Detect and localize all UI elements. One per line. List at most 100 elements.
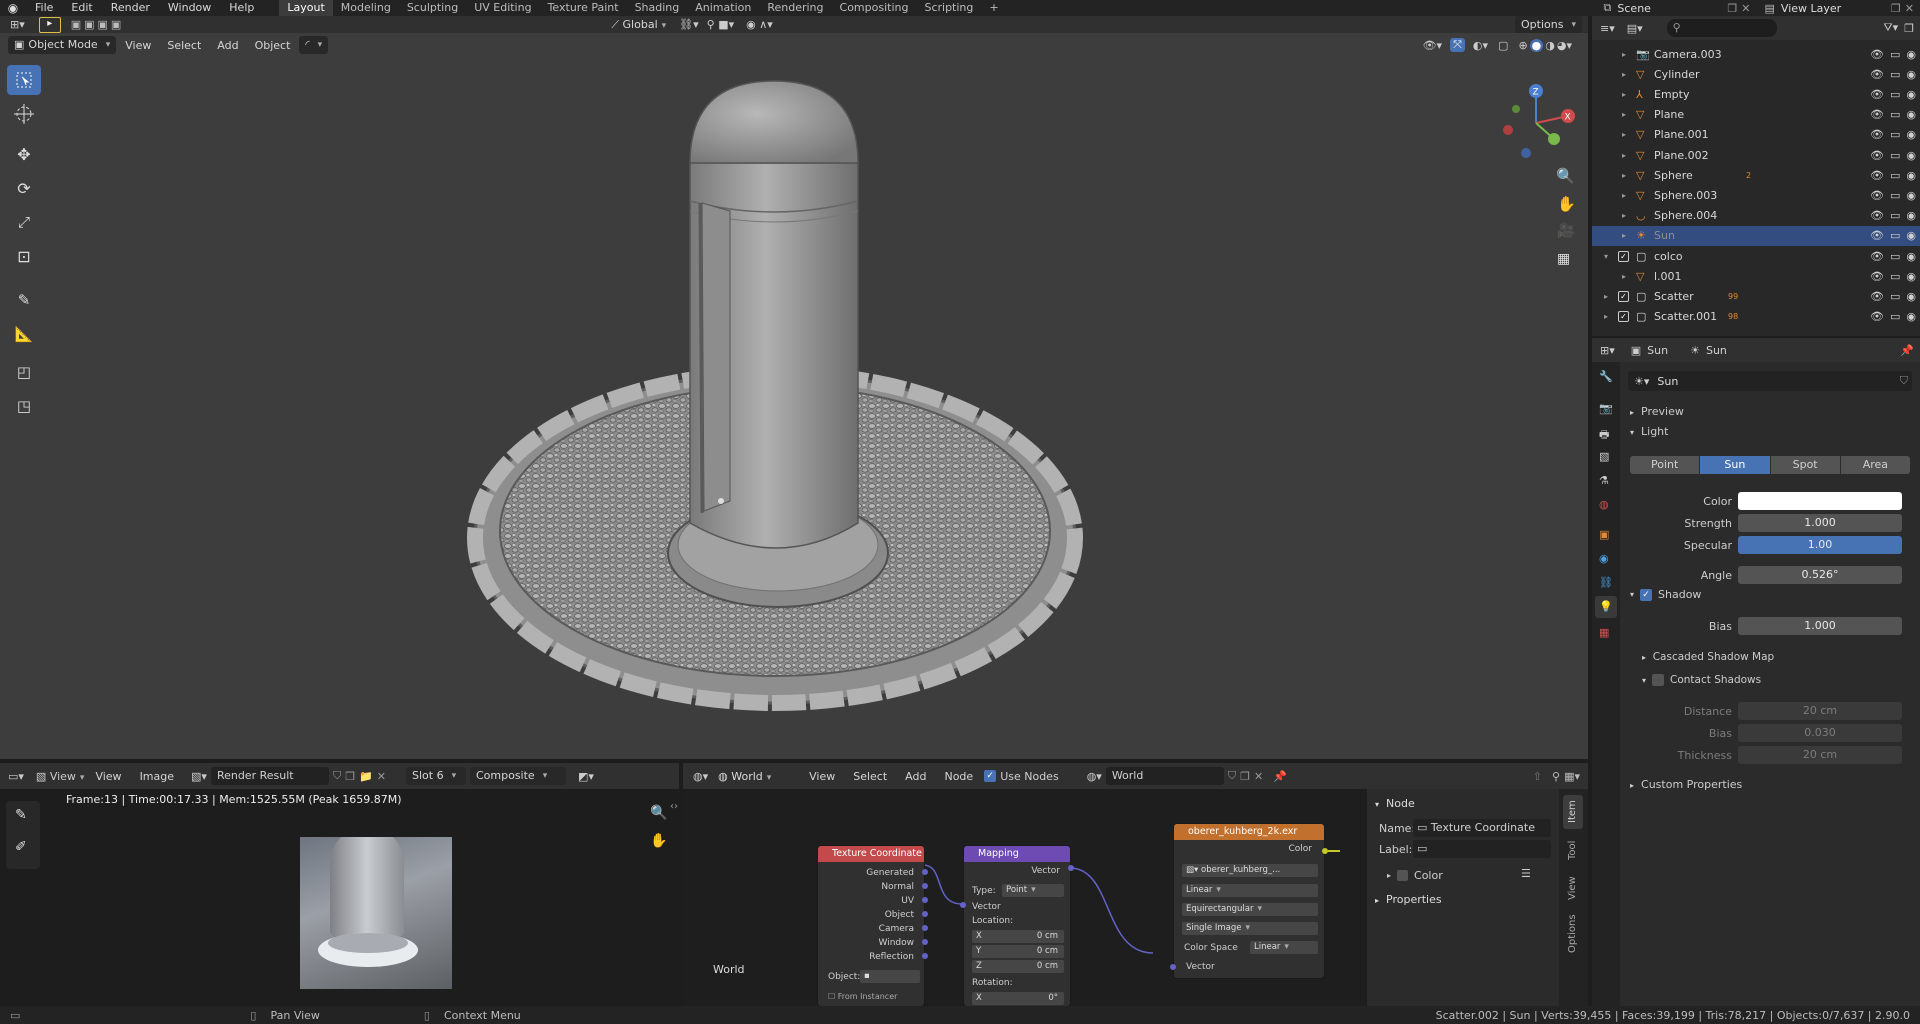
camera-render-icon[interactable]: ◉	[1906, 88, 1916, 101]
environment-texture-node[interactable]: oberer_kuhberg_2k.exr Color ▧▾ oberer_ku…	[1173, 823, 1325, 979]
expand-arrow-icon[interactable]: ▸	[1622, 211, 1626, 220]
object-field[interactable]: ▪	[860, 970, 920, 983]
scene-icon[interactable]: ⧉	[1604, 1, 1612, 15]
collection-checkbox[interactable]: ✓	[1618, 250, 1629, 262]
mapping-input-socket[interactable]	[960, 902, 966, 908]
outliner-row[interactable]: ▸ ✓ ▢ Scatter.001 98 👁 ▭ ◉	[1592, 307, 1920, 327]
eye-icon[interactable]: 👁	[1870, 250, 1884, 263]
socket-window[interactable]	[922, 939, 928, 945]
outliner-item-name[interactable]: Plane.001	[1654, 128, 1709, 141]
outliner-item-name[interactable]: Sphere	[1654, 169, 1693, 182]
env-image-field[interactable]: ▧▾ oberer_kuhberg_...	[1182, 864, 1318, 877]
collection-checkbox[interactable]: ✓	[1618, 311, 1629, 323]
texture-coordinate-node-header[interactable]: Texture Coordinate	[818, 846, 924, 862]
tab-scripting[interactable]: Scripting	[916, 0, 981, 16]
expand-arrow-icon[interactable]: ▸	[1622, 130, 1626, 139]
editor-type-icon[interactable]: ⊞▾	[10, 18, 25, 31]
physics-tab-icon[interactable]: ◉	[1599, 552, 1609, 565]
camera-render-icon[interactable]: ◉	[1906, 189, 1916, 202]
tab-layout[interactable]: Layout	[279, 0, 333, 16]
pivot-icon[interactable]: ⛓▾	[679, 18, 699, 31]
camera-render-icon[interactable]: ◉	[1906, 290, 1916, 303]
visibility-toggles[interactable]: 👁 ▭ ◉	[1870, 48, 1916, 61]
expand-arrow-icon[interactable]: ▸	[1622, 90, 1626, 99]
socket-object[interactable]	[922, 911, 928, 917]
monitor-icon[interactable]: ▭	[1890, 229, 1900, 242]
new-collection-icon[interactable]: ❐	[1904, 22, 1914, 35]
tab-tool[interactable]: Tool	[1563, 833, 1583, 867]
outliner-item-name[interactable]: Camera.003	[1654, 48, 1722, 61]
view-layer-close-icon[interactable]: ✕	[1905, 2, 1914, 15]
image-new-icon[interactable]: ❐	[345, 770, 355, 783]
socket-normal[interactable]	[922, 883, 928, 889]
node-label-field[interactable]: ▭	[1413, 840, 1551, 858]
node-properties-header[interactable]: ▸ Properties	[1375, 893, 1442, 906]
specular-field[interactable]: 1.00	[1738, 536, 1902, 554]
proportional-edit-icon[interactable]: ◉ ∧▾	[746, 18, 773, 31]
contact-shadows-checkbox[interactable]	[1652, 674, 1665, 686]
properties-editor-icon[interactable]: ⊞▾	[1600, 344, 1615, 357]
outliner-item-name[interactable]: Plane.002	[1654, 149, 1709, 162]
constraints-tab-icon[interactable]: ⛓	[1599, 576, 1613, 589]
light-type-point[interactable]: Point	[1630, 456, 1700, 474]
visibility-toggles[interactable]: 👁 ▭ ◉	[1870, 229, 1916, 242]
outliner-row[interactable]: ▸ ◡ Sphere.004 👁 ▭ ◉	[1592, 206, 1920, 226]
tab-uv-editing[interactable]: UV Editing	[466, 0, 539, 16]
visibility-toggles[interactable]: 👁 ▭ ◉	[1870, 209, 1916, 222]
tab-shading[interactable]: Shading	[627, 0, 688, 16]
custom-properties-header[interactable]: ▸ Custom Properties	[1630, 778, 1742, 791]
visibility-toggles[interactable]: 👁 ▭ ◉	[1870, 128, 1916, 141]
status-toggle-icon[interactable]: ▭	[10, 1009, 20, 1022]
image-name-field[interactable]: Render Result	[210, 767, 329, 785]
outliner-item-name[interactable]: Sphere.004	[1654, 209, 1717, 222]
image-fake-user-icon[interactable]: ⛉	[333, 769, 341, 783]
camera-render-icon[interactable]: ◉	[1906, 229, 1916, 242]
visibility-toggles[interactable]: 👁 ▭ ◉	[1870, 149, 1916, 162]
image-editor-type-icon[interactable]: ▭▾	[8, 770, 24, 783]
mapping-node[interactable]: Mapping Vector Type: Point Vector Locati…	[963, 845, 1071, 1006]
image-close-icon[interactable]: ✕	[377, 770, 386, 783]
world-tab-icon[interactable]: ◍	[1599, 498, 1609, 511]
outliner-item-name[interactable]: colco	[1654, 250, 1683, 263]
light-type-spot[interactable]: Spot	[1770, 456, 1840, 474]
node-color-presets-icon[interactable]: ☰	[1521, 867, 1531, 880]
expand-arrow-icon[interactable]: ▸	[1622, 171, 1626, 180]
monitor-icon[interactable]: ▭	[1890, 290, 1900, 303]
tab-item[interactable]: Item	[1563, 795, 1583, 829]
tab-texture-paint[interactable]: Texture Paint	[540, 0, 627, 16]
monitor-icon[interactable]: ▭	[1890, 108, 1900, 121]
visibility-toggles[interactable]: 👁 ▭ ◉	[1870, 310, 1916, 323]
outliner-item-name[interactable]: Empty	[1654, 88, 1689, 101]
3d-viewport[interactable]: ▣Object Mode View Select Add Object ◜ 👁▾…	[0, 33, 1588, 759]
rotation-x-field[interactable]: X 0°	[972, 992, 1064, 1005]
outliner-row[interactable]: ▸ ✓ ▢ Scatter 99 👁 ▭ ◉	[1592, 286, 1920, 306]
outliner-item-name[interactable]: Sphere.003	[1654, 189, 1717, 202]
cascaded-shadow-header[interactable]: ▸ Cascaded Shadow Map	[1642, 651, 1774, 663]
annotate-tool-icon[interactable]: ✐	[15, 839, 27, 855]
location-x-field[interactable]: X 0 cm	[972, 930, 1064, 943]
expand-arrow-icon[interactable]: ▸	[1622, 50, 1626, 59]
tab-sculpting[interactable]: Sculpting	[399, 0, 466, 16]
transform-orientation[interactable]: ⟋ Global	[604, 18, 673, 32]
outliner-item-name[interactable]: Plane	[1654, 108, 1684, 121]
outliner-item-name[interactable]: Scatter.001	[1654, 310, 1717, 323]
image-menu-view[interactable]: View	[88, 770, 128, 783]
object-tab-icon[interactable]: ▣	[1599, 528, 1609, 541]
light-color-swatch[interactable]	[1738, 492, 1902, 510]
outliner-search-input[interactable]: ⚲	[1666, 19, 1777, 37]
expand-arrow-icon[interactable]: ▸	[1622, 70, 1626, 79]
location-y-field[interactable]: Y 0 cm	[972, 945, 1064, 958]
pan-icon[interactable]: ✋	[1557, 195, 1576, 213]
monitor-icon[interactable]: ▭	[1890, 128, 1900, 141]
light-datablock[interactable]: ☀▾ Sun ⛉	[1628, 371, 1912, 391]
collection-checkbox[interactable]: ✓	[1618, 290, 1629, 302]
outliner-row[interactable]: ▸ ▽ Plane.002 👁 ▭ ◉	[1592, 145, 1920, 165]
monitor-icon[interactable]: ▭	[1890, 310, 1900, 323]
camera-render-icon[interactable]: ◉	[1906, 209, 1916, 222]
tab-view[interactable]: View	[1563, 871, 1583, 905]
shadow-panel-header[interactable]: ▾ ✓ Shadow	[1630, 588, 1701, 601]
outliner-row[interactable]: ▸ ⅄ Empty 👁 ▭ ◉	[1592, 84, 1920, 104]
light-browse-icon[interactable]: ☀▾	[1634, 375, 1649, 388]
fake-user-icon[interactable]: ⛉	[1900, 374, 1908, 388]
navigation-gizmo[interactable]: Z X	[1496, 83, 1576, 163]
